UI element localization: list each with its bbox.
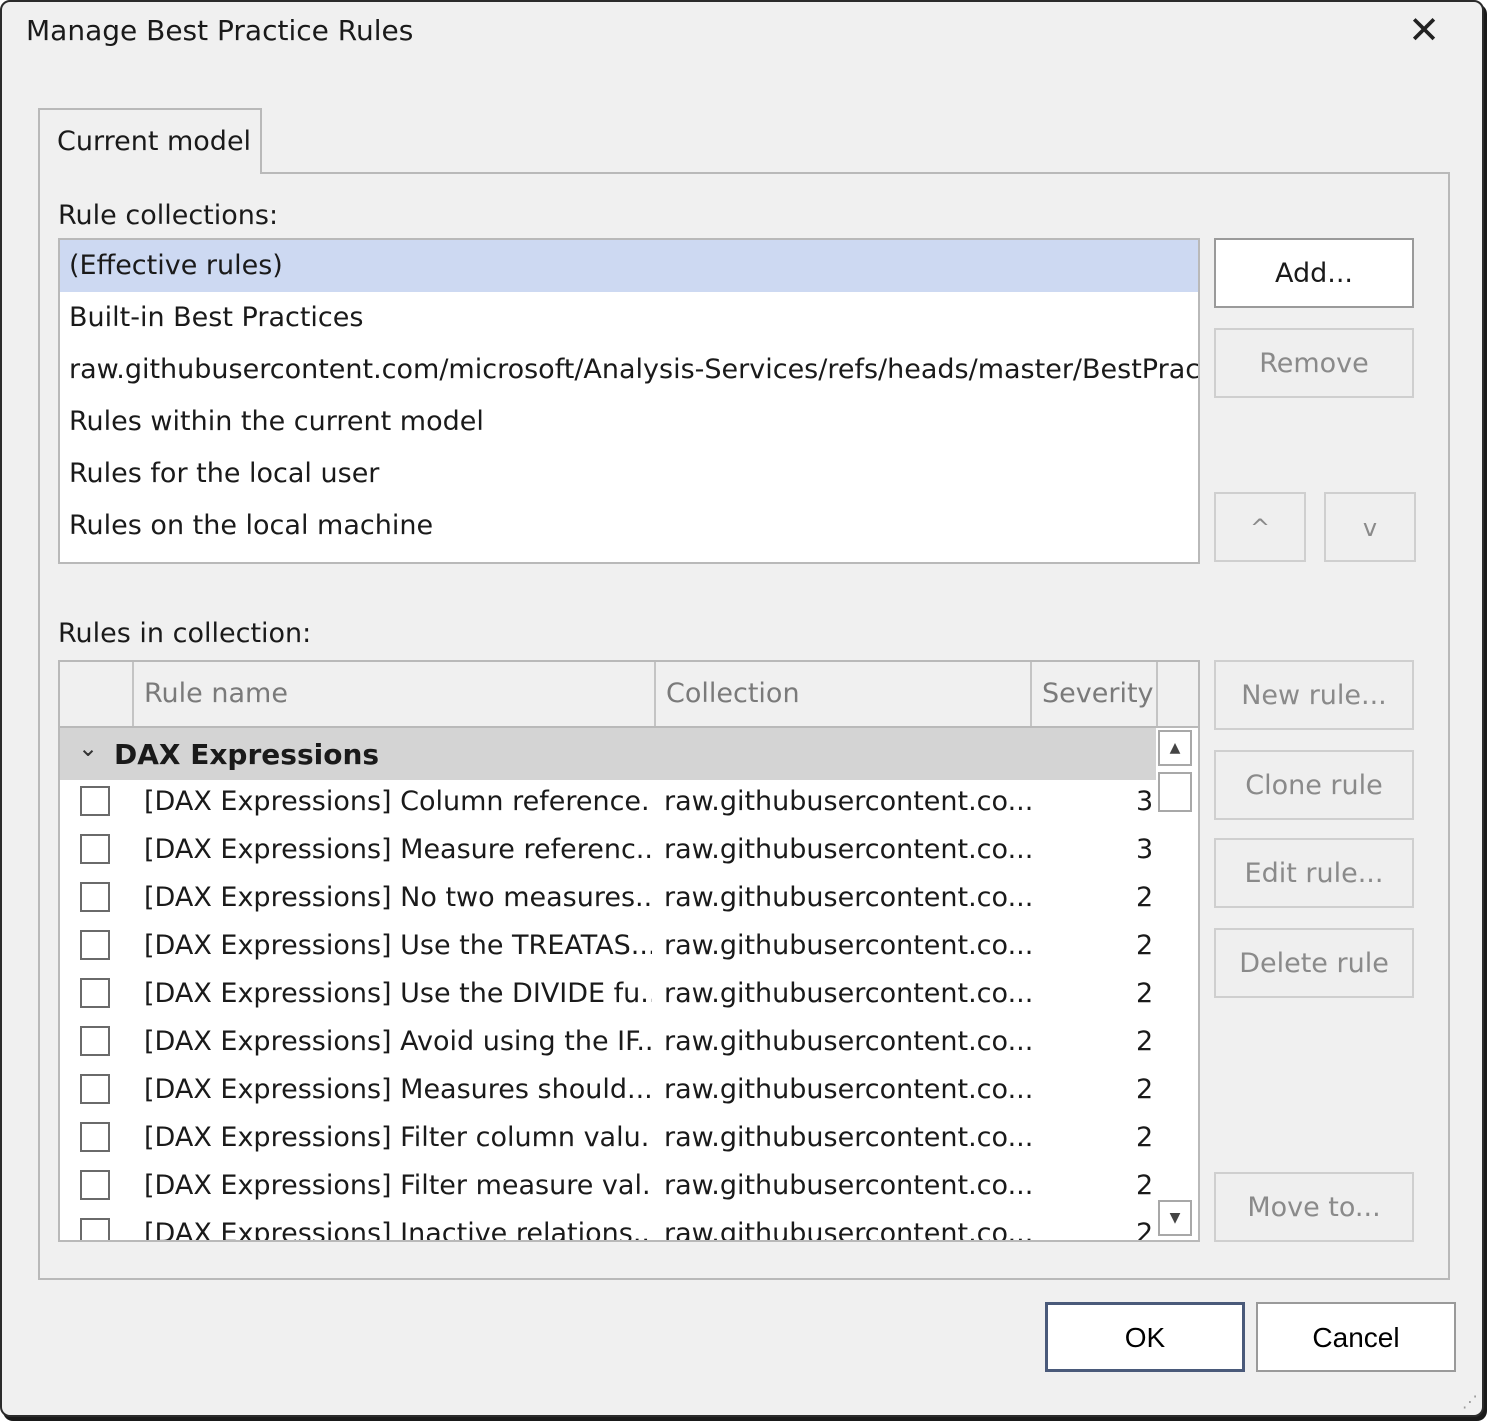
severity-cell: 2	[1136, 930, 1154, 961]
group-row-dax-expressions[interactable]: ⌄ DAX Expressions	[60, 728, 1156, 780]
collection-cell: raw.githubusercontent.co...	[664, 930, 1034, 961]
dialog-window: Manage Best Practice Rules ✕ Current mod…	[0, 0, 1484, 1417]
table-row[interactable]: [DAX Expressions] Use the DIVIDE fu... r…	[60, 972, 1156, 1020]
row-checkbox[interactable]	[80, 1074, 110, 1104]
rule-name-cell: [DAX Expressions] Use the TREATAS...	[144, 930, 652, 961]
severity-cell: 3	[1136, 786, 1154, 817]
row-checkbox[interactable]	[80, 786, 110, 816]
rule-name-cell: [DAX Expressions] Inactive relations...	[144, 1218, 652, 1242]
rule-rows: [DAX Expressions] Column reference... ra…	[60, 780, 1156, 1242]
table-row[interactable]: [DAX Expressions] Column reference... ra…	[60, 780, 1156, 828]
table-row[interactable]: [DAX Expressions] Measure referenc... ra…	[60, 828, 1156, 876]
ok-button[interactable]: OK	[1045, 1302, 1245, 1372]
column-collection[interactable]: Collection	[656, 662, 1032, 726]
dialog-title: Manage Best Practice Rules	[26, 14, 414, 47]
column-rule-name[interactable]: Rule name	[134, 662, 656, 726]
group-title: DAX Expressions	[114, 738, 380, 771]
row-checkbox[interactable]	[80, 1026, 110, 1056]
rule-name-cell: [DAX Expressions] Measures should...	[144, 1074, 652, 1105]
new-rule-button[interactable]: New rule...	[1214, 660, 1414, 730]
severity-cell: 2	[1136, 1218, 1154, 1242]
column-checkbox[interactable]	[60, 662, 134, 726]
move-up-button[interactable]: ^	[1214, 492, 1306, 562]
list-item-current-model[interactable]: Rules within the current model	[60, 396, 1198, 448]
rule-name-cell: [DAX Expressions] Column reference...	[144, 786, 652, 817]
row-checkbox[interactable]	[80, 834, 110, 864]
list-item-local-user[interactable]: Rules for the local user	[60, 448, 1198, 500]
rules-grid[interactable]: Rule name Collection Severity ⌄ DAX Expr…	[58, 660, 1200, 1242]
rule-name-cell: [DAX Expressions] Avoid using the IF...	[144, 1026, 652, 1057]
rule-collections-list[interactable]: (Effective rules) Built-in Best Practice…	[58, 238, 1200, 564]
collection-cell: raw.githubusercontent.co...	[664, 1074, 1034, 1105]
move-to-button[interactable]: Move to...	[1214, 1172, 1414, 1242]
row-checkbox[interactable]	[80, 882, 110, 912]
collection-cell: raw.githubusercontent.co...	[664, 1218, 1034, 1242]
table-row[interactable]: [DAX Expressions] No two measures... raw…	[60, 876, 1156, 924]
rule-collections-label: Rule collections:	[58, 200, 279, 231]
collection-cell: raw.githubusercontent.co...	[664, 834, 1034, 865]
list-item-github-url[interactable]: raw.githubusercontent.com/microsoft/Anal…	[60, 344, 1198, 396]
row-checkbox[interactable]	[80, 1218, 110, 1240]
rule-name-cell: [DAX Expressions] Filter column valu...	[144, 1122, 652, 1153]
severity-cell: 2	[1136, 882, 1154, 913]
rule-name-cell: [DAX Expressions] No two measures...	[144, 882, 652, 913]
table-row[interactable]: [DAX Expressions] Filter column valu... …	[60, 1116, 1156, 1164]
table-row[interactable]: [DAX Expressions] Inactive relations... …	[60, 1212, 1156, 1242]
table-row[interactable]: [DAX Expressions] Measures should... raw…	[60, 1068, 1156, 1116]
severity-cell: 2	[1136, 1074, 1154, 1105]
scroll-thumb[interactable]	[1158, 772, 1192, 812]
severity-cell: 2	[1136, 1026, 1154, 1057]
cancel-button[interactable]: Cancel	[1256, 1302, 1456, 1372]
close-icon[interactable]: ✕	[1408, 8, 1440, 52]
severity-cell: 2	[1136, 1170, 1154, 1201]
table-row[interactable]: [DAX Expressions] Avoid using the IF... …	[60, 1020, 1156, 1068]
table-row[interactable]: [DAX Expressions] Filter measure val... …	[60, 1164, 1156, 1212]
column-severity[interactable]: Severity	[1032, 662, 1158, 726]
rule-name-cell: [DAX Expressions] Measure referenc...	[144, 834, 652, 865]
clone-rule-button[interactable]: Clone rule	[1214, 750, 1414, 820]
table-row[interactable]: [DAX Expressions] Use the TREATAS... raw…	[60, 924, 1156, 972]
collection-cell: raw.githubusercontent.co...	[664, 1170, 1034, 1201]
collection-cell: raw.githubusercontent.co...	[664, 978, 1034, 1009]
tab-current-model[interactable]: Current model	[38, 108, 262, 174]
rules-in-collection-label: Rules in collection:	[58, 618, 312, 649]
resize-grip-icon[interactable]: ⋰	[1462, 1392, 1478, 1411]
collection-cell: raw.githubusercontent.co...	[664, 1122, 1034, 1153]
row-checkbox[interactable]	[80, 978, 110, 1008]
severity-cell: 3	[1136, 834, 1154, 865]
row-checkbox[interactable]	[80, 1170, 110, 1200]
tab-label: Current model	[57, 126, 252, 157]
add-button[interactable]: Add...	[1214, 238, 1414, 308]
collection-cell: raw.githubusercontent.co...	[664, 1026, 1034, 1057]
remove-button[interactable]: Remove	[1214, 328, 1414, 398]
collection-cell: raw.githubusercontent.co...	[664, 882, 1034, 913]
row-checkbox[interactable]	[80, 1122, 110, 1152]
scroll-down-icon[interactable]: ▼	[1158, 1200, 1192, 1236]
title-bar[interactable]: Manage Best Practice Rules ✕	[2, 2, 1482, 64]
chevron-down-icon[interactable]: ⌄	[78, 734, 98, 762]
grid-header: Rule name Collection Severity	[60, 662, 1198, 728]
edit-rule-button[interactable]: Edit rule...	[1214, 838, 1414, 908]
move-down-button[interactable]: v	[1324, 492, 1416, 562]
collection-cell: raw.githubusercontent.co...	[664, 786, 1034, 817]
list-item-local-machine[interactable]: Rules on the local machine	[60, 500, 1198, 552]
rule-name-cell: [DAX Expressions] Filter measure val...	[144, 1170, 652, 1201]
list-item-built-in[interactable]: Built-in Best Practices	[60, 292, 1198, 344]
row-checkbox[interactable]	[80, 930, 110, 960]
delete-rule-button[interactable]: Delete rule	[1214, 928, 1414, 998]
severity-cell: 2	[1136, 1122, 1154, 1153]
list-item-effective-rules[interactable]: (Effective rules)	[60, 240, 1198, 292]
scroll-up-icon[interactable]: ▲	[1158, 730, 1192, 766]
rule-name-cell: [DAX Expressions] Use the DIVIDE fu...	[144, 978, 652, 1009]
severity-cell: 2	[1136, 978, 1154, 1009]
vertical-scrollbar[interactable]: ▲ ▼	[1156, 728, 1198, 1240]
